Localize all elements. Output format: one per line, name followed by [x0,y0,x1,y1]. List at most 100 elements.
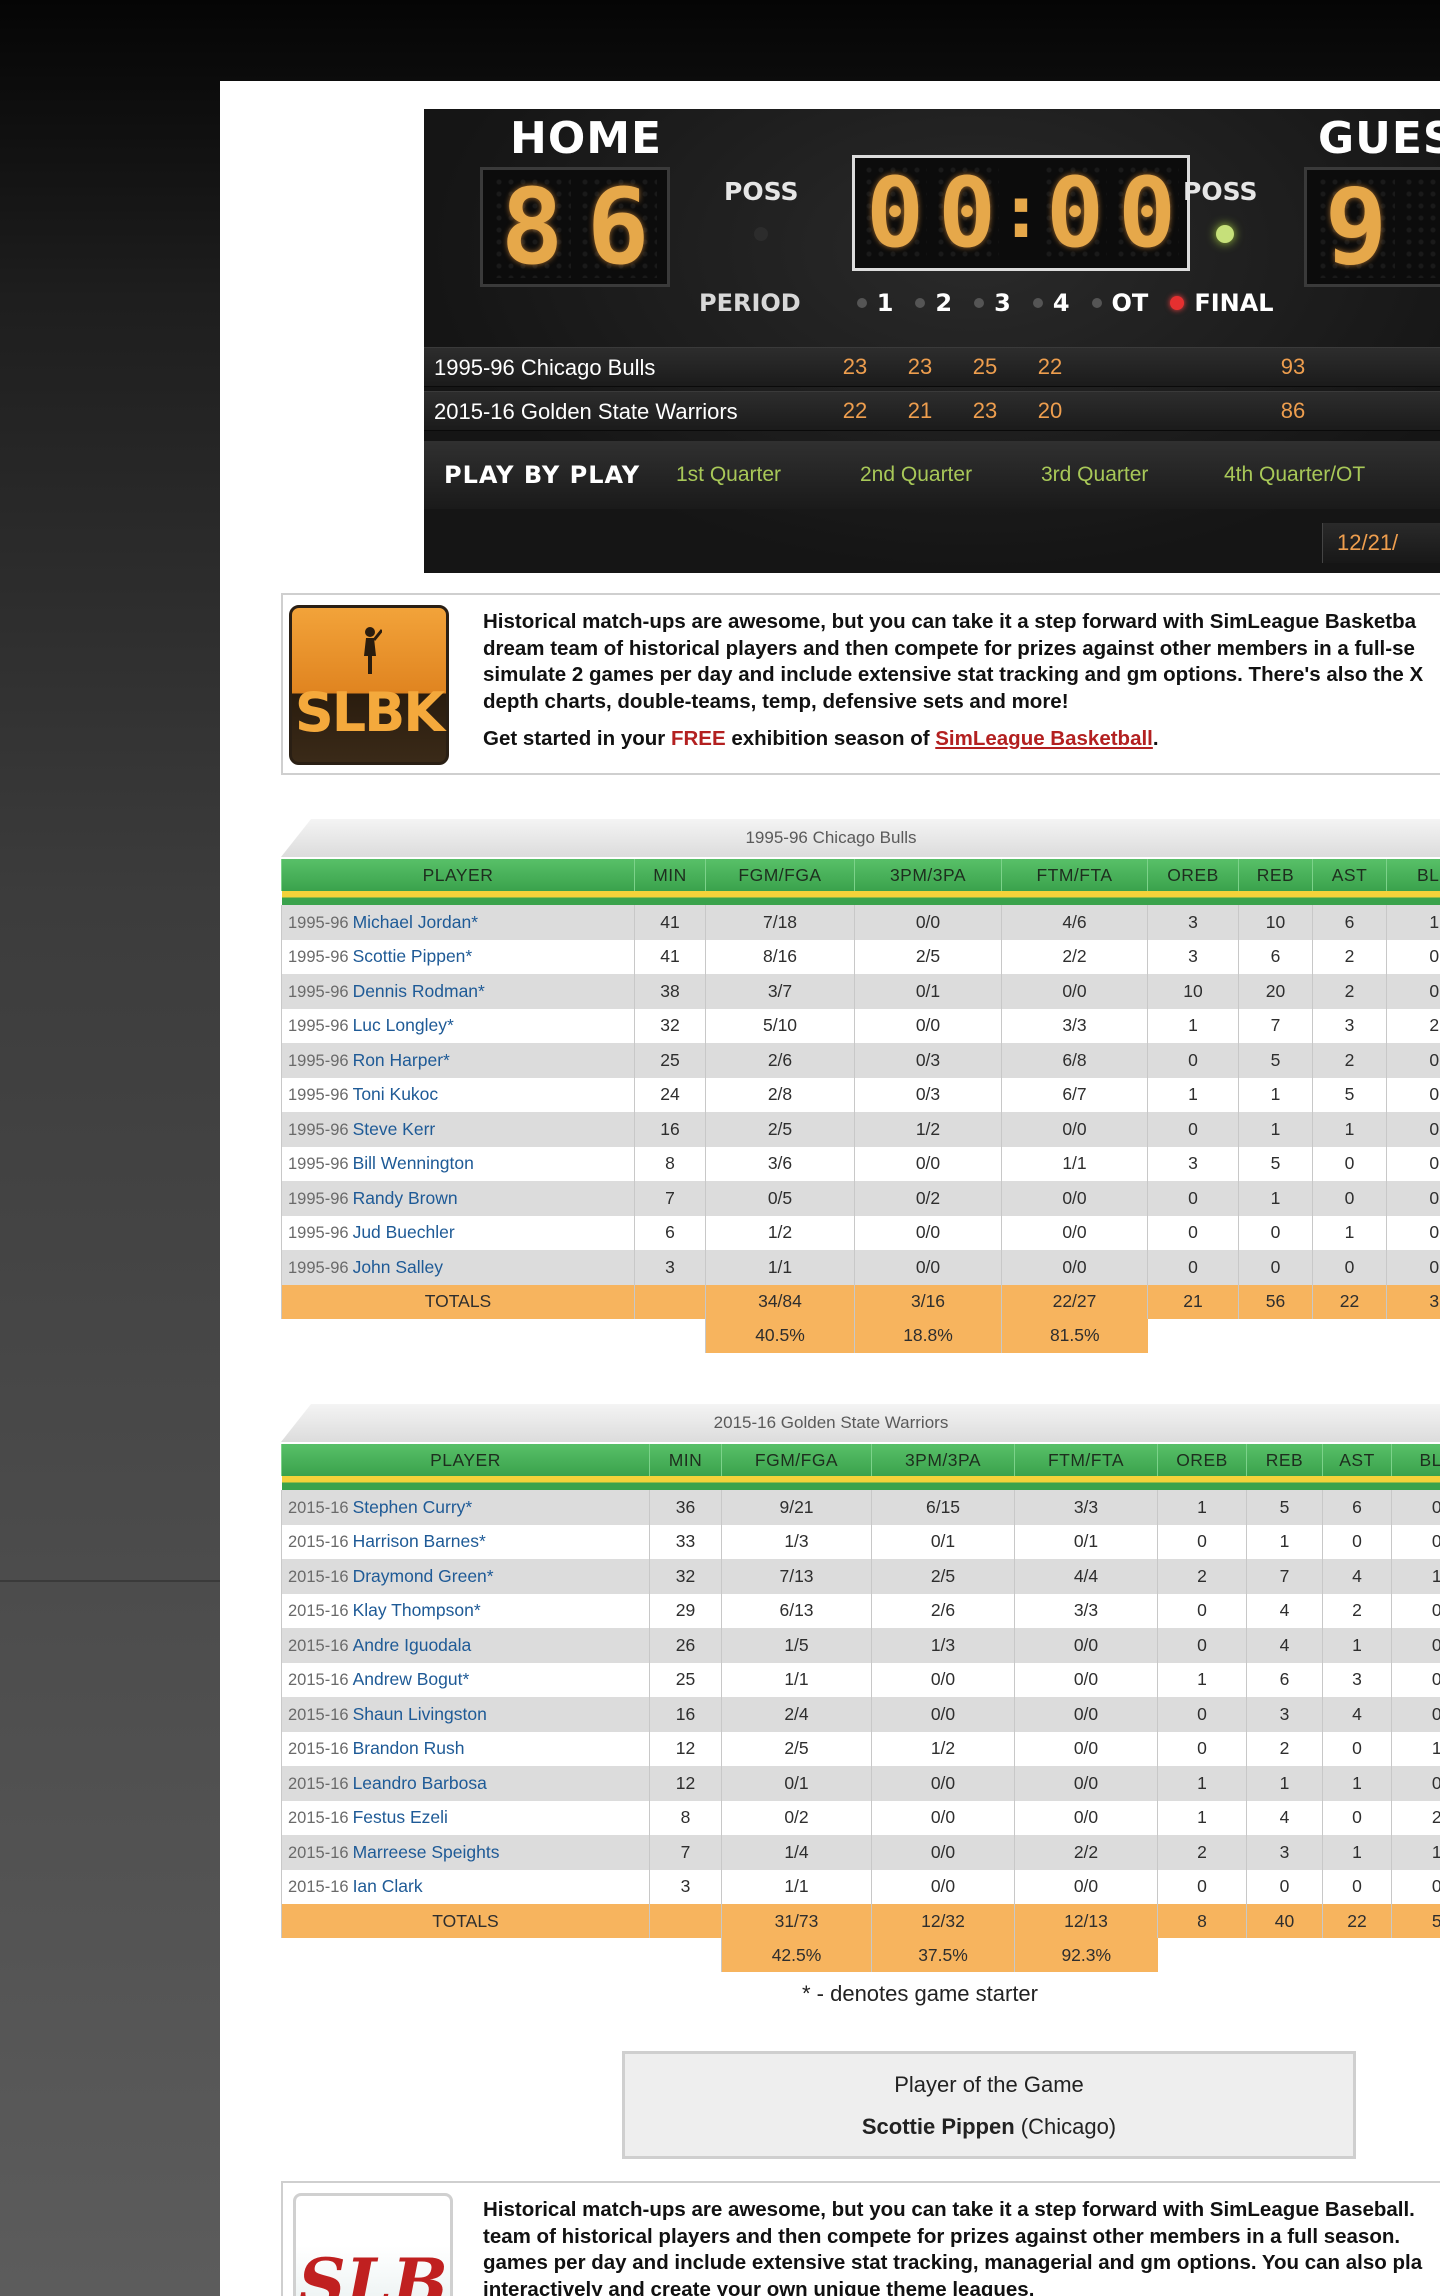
col-oreb[interactable]: OREB [1157,1444,1247,1476]
table-row: 2015-16Brandon Rush122/51/20/00201 [281,1731,1440,1766]
3p-cell: 0/0 [871,1697,1015,1732]
player-name-link[interactable]: Jud Buechler [353,1222,455,1242]
oreb-cell: 0 [1147,1250,1239,1285]
col-fg[interactable]: FGM/FGA [721,1444,872,1476]
table-row: 1995-96 Steve Kerr 16 2/5 1/2 0/0 0 1 1 0 [281,1112,1440,1147]
ft-percentage: 81.5% [1001,1318,1148,1353]
col-reb[interactable]: REB [1238,859,1313,891]
table-row: 2015-16Leandro Barbosa120/10/00/01110 [281,1766,1440,1801]
col-ft[interactable]: FTM/FTA [1014,1444,1158,1476]
player-name-link[interactable]: Festus Ezeli [353,1807,448,1827]
min-cell: 16 [634,1112,706,1147]
promo-description: Historical match-ups are awesome, but yo… [483,609,1440,715]
3p-cell: 0/2 [854,1181,1002,1216]
blk-cell: 1 [1386,905,1440,940]
player-name-link[interactable]: Harrison Barnes* [353,1531,486,1551]
player-cell: 2015-16 Klay Thompson* [281,1593,650,1628]
pct-empty [1157,1938,1440,1972]
player-name-link[interactable]: Bill Wennington [353,1153,474,1173]
player-season: 2015-16 [288,1809,349,1828]
ast-cell: 2 [1312,1043,1387,1078]
fg-cell: 8/16 [705,939,855,974]
blk-cell: 2 [1391,1800,1440,1835]
col-3p[interactable]: 3PM/3PA [854,859,1002,891]
player-name-link[interactable]: Dennis Rodman* [353,981,485,1001]
table-row: 1995-96 Ron Harper* 25 2/6 0/3 6/8 0 5 2 0 [281,1043,1440,1078]
oreb-cell: 0 [1147,1112,1239,1147]
col-blk[interactable]: BLK [1391,1444,1440,1476]
player-name-link[interactable]: Shaun Livingston [353,1704,487,1724]
col-blk[interactable]: BLK [1386,859,1440,891]
col-ast[interactable]: AST [1312,859,1387,891]
min-cell: 3 [634,1250,706,1285]
pbp-link-q1[interactable]: 1st Quarter [676,463,781,487]
player-name-link[interactable]: Michael Jordan* [353,912,478,932]
ft-cell: 6/7 [1001,1077,1148,1112]
3p-cell: 0/0 [871,1662,1015,1697]
player-name-link[interactable]: Randy Brown [353,1188,458,1208]
player-name-link[interactable]: Stephen Curry* [353,1497,473,1517]
totals-reb: 40 [1246,1904,1323,1938]
col-min[interactable]: MIN [649,1444,722,1476]
player-name-link[interactable]: Steve Kerr [353,1119,436,1139]
totals-ft: 12/13 [1014,1904,1158,1938]
player-name-link[interactable]: Toni Kukoc [353,1084,439,1104]
table-row: 1995-96 Jud Buechler 6 1/2 0/0 0/0 0 0 1 0 [281,1215,1440,1250]
col-ft[interactable]: FTM/FTA [1001,859,1148,891]
player-name-link[interactable]: Ian Clark [353,1876,423,1896]
pbp-link-q2[interactable]: 2nd Quarter [860,463,972,487]
col-reb[interactable]: REB [1246,1444,1323,1476]
col-3p[interactable]: 3PM/3PA [871,1444,1015,1476]
player-name-link[interactable]: Leandro Barbosa [353,1773,487,1793]
col-oreb[interactable]: OREB [1147,859,1239,891]
blk-cell: 0 [1391,1766,1440,1801]
fg-cell: 2/4 [721,1697,872,1732]
col-fg[interactable]: FGM/FGA [705,859,855,891]
col-player[interactable]: PLAYER [281,1444,650,1476]
player-cell: 2015-16 Brandon Rush [281,1731,650,1766]
player-cell: 2015-16 Shaun Livingston [281,1697,650,1732]
col-min[interactable]: MIN [634,859,706,891]
player-name-link[interactable]: Luc Longley* [353,1015,454,1035]
player-name-link[interactable]: Brandon Rush [353,1738,465,1758]
player-season: 1995-96 [288,1017,349,1036]
fg-cell: 2/5 [705,1112,855,1147]
ast-cell: 6 [1322,1490,1392,1525]
col-ast[interactable]: AST [1322,1444,1392,1476]
col-player[interactable]: PLAYER [281,859,635,891]
player-name-link[interactable]: Andrew Bogut* [353,1669,470,1689]
player-cell: 1995-96 Luc Longley* [281,1008,635,1043]
player-name-link[interactable]: Draymond Green* [353,1566,494,1586]
simleague-basketball-link[interactable]: SimLeague Basketball [935,727,1153,750]
player-season: 2015-16 [288,1498,349,1517]
pbp-link-q3[interactable]: 3rd Quarter [1041,463,1148,487]
3p-cell: 2/5 [854,939,1002,974]
player-season: 1995-96 [288,948,349,967]
pbp-link-q4-ot[interactable]: 4th Quarter/OT [1224,463,1365,487]
blk-cell: 0 [1391,1628,1440,1663]
table-row: 2015-16Festus Ezeli80/20/00/01402 [281,1800,1440,1835]
3p-cell: 0/0 [871,1835,1015,1870]
potg-player-name: Scottie Pippen [861,2114,1015,2139]
player-name-link[interactable]: Marreese Speights [353,1842,500,1862]
min-cell: 3 [649,1869,722,1904]
home-poss-label: POSS [724,177,799,206]
fg-cell: 2/6 [705,1043,855,1078]
fg-cell: 1/1 [721,1662,872,1697]
player-name-link[interactable]: Scottie Pippen* [353,946,473,966]
player-name-link[interactable]: Klay Thompson* [353,1600,481,1620]
reb-cell: 4 [1246,1800,1323,1835]
oreb-cell: 0 [1157,1731,1247,1766]
ft-cell: 0/0 [1001,1215,1148,1250]
min-cell: 24 [634,1077,706,1112]
blk-cell: 1 [1391,1835,1440,1870]
player-name-link[interactable]: Andre Iguodala [353,1635,472,1655]
ast-cell: 1 [1312,1215,1387,1250]
promo-line: interactively and create your own unique… [483,2277,1035,2296]
slbk-logo: SLBK [289,605,449,765]
min-cell: 33 [649,1524,722,1559]
player-name-link[interactable]: John Salley [353,1257,443,1277]
slb-logo-text: SLB [298,2244,448,2296]
player-name-link[interactable]: Ron Harper* [353,1050,450,1070]
totals-min-cell [634,1284,706,1319]
